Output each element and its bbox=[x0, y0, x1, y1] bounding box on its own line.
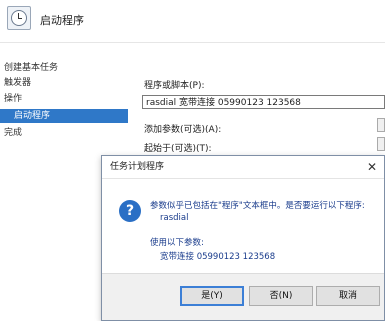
start-in-field-edge[interactable] bbox=[377, 137, 385, 151]
close-icon[interactable]: ✕ bbox=[364, 156, 380, 178]
dialog-footer: 是(Y) 否(N) 取消 bbox=[102, 273, 384, 320]
yes-button[interactable]: 是(Y) bbox=[180, 286, 244, 306]
dialog-params-label: 使用以下参数: bbox=[150, 238, 204, 248]
dialog-program-name: rasdial bbox=[160, 213, 189, 223]
start-in-label: 起始于(可选)(T): bbox=[144, 144, 212, 154]
step-trigger[interactable]: 触发器 bbox=[4, 76, 128, 90]
dialog-message: 参数似乎已包括在"程序"文本框中。是否要运行以下程序: bbox=[150, 201, 365, 211]
task-scheduler-dialog: 任务计划程序 ✕ ? 参数似乎已包括在"程序"文本框中。是否要运行以下程序: r… bbox=[101, 155, 385, 321]
question-icon: ? bbox=[119, 200, 141, 222]
cancel-button[interactable]: 取消 bbox=[316, 286, 380, 306]
program-input[interactable]: rasdial 宽带连接 05990123 123568 bbox=[142, 95, 385, 109]
step-finish[interactable]: 完成 bbox=[4, 126, 128, 140]
task-scheduler-icon bbox=[7, 6, 31, 30]
no-button[interactable]: 否(N) bbox=[249, 286, 313, 306]
step-start-program[interactable]: 启动程序 bbox=[0, 109, 128, 123]
wizard-heading: 创建基本任务 bbox=[4, 63, 59, 73]
dialog-title: 任务计划程序 bbox=[110, 162, 165, 172]
program-label: 程序或脚本(P): bbox=[144, 81, 205, 91]
page-title: 启动程序 bbox=[40, 14, 84, 27]
wizard-header: 启动程序 bbox=[0, 0, 385, 43]
dialog-params-value: 宽带连接 05990123 123568 bbox=[160, 252, 276, 262]
dialog-title-bar: 任务计划程序 ✕ bbox=[102, 156, 384, 179]
args-field-edge[interactable] bbox=[377, 118, 385, 132]
step-action[interactable]: 操作 bbox=[4, 92, 128, 106]
args-label: 添加参数(可选)(A): bbox=[144, 125, 222, 135]
